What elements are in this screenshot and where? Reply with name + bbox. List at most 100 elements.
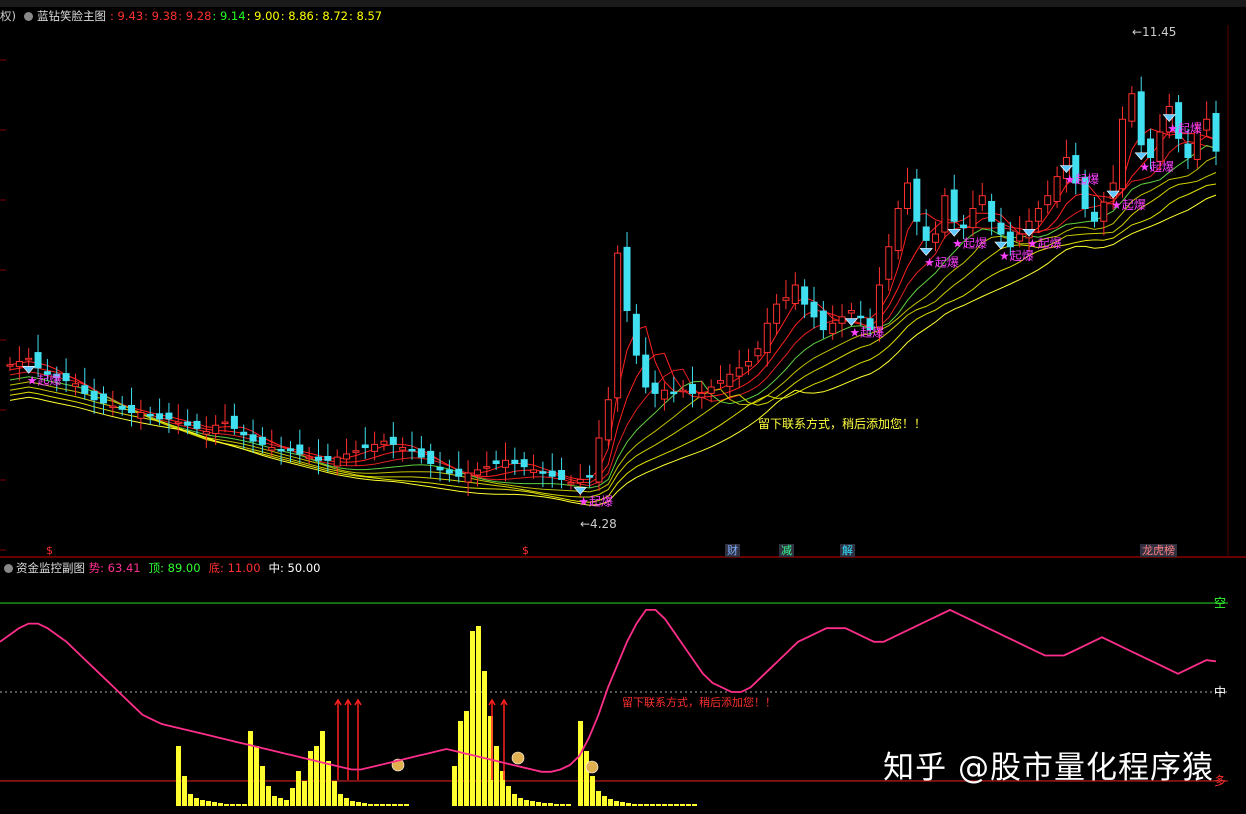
candle-body	[361, 444, 369, 449]
candle-body	[651, 382, 659, 394]
candle-body	[539, 471, 547, 474]
volume-bar	[296, 771, 301, 806]
volume-bar	[548, 803, 553, 806]
candle-body	[1137, 91, 1145, 146]
chart-canvas[interactable]: ←11.45←4.28★起爆★起爆★起爆★起爆★起爆★起爆★起爆★起爆★起爆★起…	[0, 0, 1246, 814]
volume-bar	[638, 804, 643, 806]
candle-body	[399, 447, 407, 451]
candle-body	[118, 405, 126, 410]
candle-body	[315, 456, 323, 461]
volume-bar	[350, 801, 355, 806]
candle-body	[894, 208, 902, 252]
signal-label: ★起爆	[27, 373, 62, 387]
volume-bar	[464, 711, 469, 806]
candle-body	[670, 391, 678, 395]
candle-body	[165, 412, 173, 420]
candle-body	[530, 469, 538, 473]
candle-body	[483, 466, 491, 469]
candle-body	[773, 303, 781, 324]
diamond-icon	[919, 248, 933, 256]
diamond-icon	[1134, 152, 1148, 161]
candle-body	[511, 459, 519, 464]
volume-bar	[224, 804, 229, 806]
candle-body	[240, 431, 248, 436]
candle-body	[109, 405, 117, 409]
candle-body	[212, 424, 220, 435]
event-tag[interactable]: 减	[779, 544, 794, 557]
candle-body	[286, 448, 294, 452]
candle-body	[688, 383, 696, 394]
signal-label: ★起爆	[1111, 198, 1146, 212]
volume-bar	[218, 803, 223, 806]
volume-bar	[476, 626, 481, 806]
candle-body	[99, 393, 107, 404]
candle-body	[268, 447, 276, 451]
candle-body	[1184, 143, 1192, 159]
volume-bar	[626, 803, 631, 806]
candle-body	[754, 348, 762, 357]
candle-body	[128, 404, 136, 413]
candle-body	[62, 373, 70, 382]
candle-body	[660, 389, 668, 400]
volume-bar	[386, 804, 391, 806]
candle-body	[922, 226, 930, 241]
volume-bar	[668, 804, 673, 806]
candle-body	[1119, 118, 1127, 190]
volume-bar	[470, 631, 475, 806]
volume-bar	[452, 766, 457, 806]
candle-body	[249, 434, 257, 442]
event-tag[interactable]: 财	[725, 544, 740, 557]
candle-body	[193, 420, 201, 429]
candle-body	[978, 195, 986, 206]
diamond-icon	[1059, 165, 1074, 173]
event-tag[interactable]: $	[44, 544, 55, 557]
volume-bar	[284, 800, 289, 806]
candle-body	[614, 252, 622, 399]
volume-bar	[230, 804, 235, 806]
volume-bar	[560, 804, 565, 806]
signal-label: ★起爆	[1064, 173, 1099, 187]
high-price-label: ←11.45	[1132, 25, 1176, 39]
volume-bar	[194, 798, 199, 806]
volume-bar	[530, 801, 535, 806]
volume-bar	[236, 804, 241, 806]
candle-body	[277, 448, 285, 452]
volume-bar	[332, 781, 337, 806]
candle-body	[352, 450, 360, 453]
candle-body	[679, 389, 687, 393]
volume-bar	[326, 761, 331, 806]
event-tag[interactable]: 龙虎榜	[1140, 544, 1177, 557]
candle-body	[838, 316, 846, 324]
event-tag[interactable]: $	[520, 544, 531, 557]
volume-bar	[278, 798, 283, 806]
candle-body	[735, 367, 743, 377]
candle-body	[1100, 201, 1108, 222]
diamond-icon	[994, 241, 1008, 250]
low-price-label: ←4.28	[580, 517, 617, 531]
candle-body	[137, 412, 145, 419]
candle-body	[156, 413, 164, 420]
candle-body	[184, 421, 192, 426]
signal-label: ★起爆	[952, 236, 987, 250]
candle-body	[333, 456, 341, 467]
volume-bar	[542, 803, 547, 806]
volume-bar	[206, 801, 211, 806]
candle-body	[305, 456, 313, 460]
volume-bar	[302, 781, 307, 806]
candle-body	[501, 459, 509, 468]
candle-body	[1034, 208, 1042, 222]
candle-body	[941, 195, 949, 233]
candle-body	[380, 440, 388, 445]
event-tag[interactable]: 解	[840, 544, 855, 557]
volume-bar	[188, 794, 193, 806]
candle-body	[576, 478, 584, 484]
ma-line-5	[9, 156, 1217, 493]
ma-line-1	[9, 128, 1217, 480]
candle-body	[726, 373, 734, 387]
candle-body	[857, 315, 865, 319]
volume-bar	[200, 800, 205, 806]
candle-body	[932, 233, 940, 243]
volume-bar	[614, 801, 619, 806]
candle-body	[146, 413, 154, 417]
candle-body	[343, 453, 351, 460]
